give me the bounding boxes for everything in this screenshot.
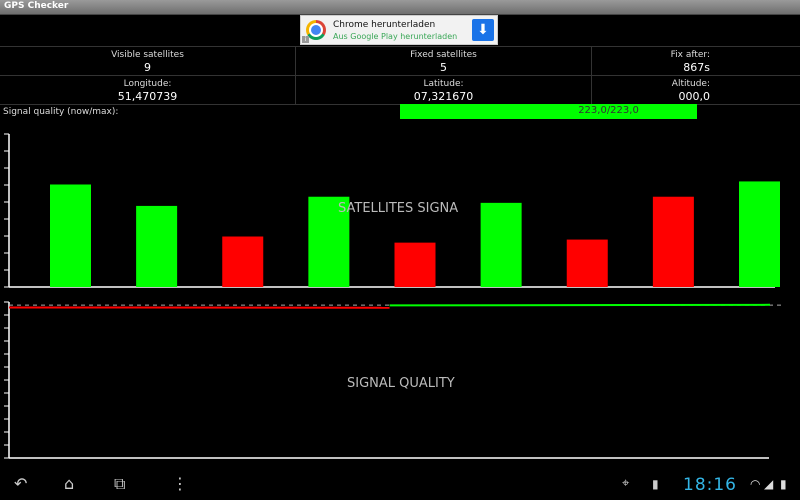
stats-row-2: Longitude: 51,470739 Latitude: 07,321670… <box>0 76 800 104</box>
signal-bar <box>222 236 264 287</box>
back-icon[interactable]: ↶ <box>14 474 27 494</box>
fixed-satellites-value: 5 <box>440 61 447 74</box>
clock: 18:16 <box>683 475 737 495</box>
fixed-satellites-label: Fixed satellites <box>410 50 477 60</box>
signal-bar <box>739 181 780 287</box>
visible-satellites-value: 9 <box>144 61 151 74</box>
ad-title: Chrome herunterladen <box>333 20 436 30</box>
longitude-cell: Longitude: 51,470739 <box>0 76 296 104</box>
wifi-icon: ◠ <box>750 477 761 491</box>
longitude-value: 51,470739 <box>117 90 178 103</box>
signal-bar <box>394 242 436 287</box>
sd-card-icon: ▮ <box>652 477 659 491</box>
ad-subtitle: Aus Google Play herunterladen <box>333 32 458 41</box>
longitude-label: Longitude: <box>123 79 172 89</box>
signal-quality-chart-title: SIGNAL QUALITY <box>347 376 455 391</box>
overflow-menu-icon[interactable]: ⋮ <box>172 474 188 494</box>
signal-bar <box>652 196 694 287</box>
fix-after-cell: Fix after: 867s <box>592 47 800 75</box>
signal-bar <box>50 184 91 287</box>
home-icon[interactable]: ⌂ <box>64 474 74 494</box>
fixed-satellites-cell: Fixed satellites 5 <box>296 47 592 75</box>
signal-quality-text: 223,0/223,0 <box>578 105 639 116</box>
cell-signal-icon: ◢ <box>764 477 774 491</box>
satellites-signal-chart-title: SATELLITES SIGNA <box>338 201 459 216</box>
recent-apps-icon[interactable]: ⧉ <box>114 474 125 494</box>
stats-row-1: Visible satellites 9 Fixed satellites 5 … <box>0 47 800 75</box>
signal-quality-bar: 223,0/223,0 <box>400 104 697 119</box>
altitude-label: Altitude: <box>671 79 710 89</box>
signal-quality-label: Signal quality (now/max): <box>3 107 119 117</box>
download-arrow-icon[interactable]: ⬇ <box>472 19 494 41</box>
system-bar: ↶ ⌂ ⧉ ⋮ ⌖ ▮ ◠ ◢ ▮ <box>0 470 800 500</box>
battery-icon: ▮ <box>780 477 787 491</box>
chrome-logo-icon <box>306 20 326 40</box>
latitude-value: 07,321670 <box>413 90 474 103</box>
visible-satellites-label: Visible satellites <box>111 50 184 60</box>
altitude-value: 000,0 <box>678 90 711 103</box>
signal-bar <box>136 205 178 287</box>
app-title: GPS Checker <box>4 1 69 11</box>
fix-after-label: Fix after: <box>670 50 710 60</box>
ad-banner[interactable]: i Chrome herunterladen Aus Google Play h… <box>300 15 498 45</box>
ad-choices-icon[interactable]: i <box>302 36 309 43</box>
latitude-cell: Latitude: 07,321670 <box>296 76 592 104</box>
altitude-cell: Altitude: 000,0 <box>592 76 800 104</box>
signal-quality-line <box>389 303 771 307</box>
latitude-label: Latitude: <box>423 79 464 89</box>
fix-after-value: 867s <box>683 61 710 74</box>
visible-satellites-cell: Visible satellites 9 <box>0 47 296 75</box>
signal-bar <box>566 239 608 287</box>
gps-status-icon: ⌖ <box>622 476 630 491</box>
title-bar: GPS Checker <box>0 0 800 15</box>
signal-bar <box>480 202 522 287</box>
